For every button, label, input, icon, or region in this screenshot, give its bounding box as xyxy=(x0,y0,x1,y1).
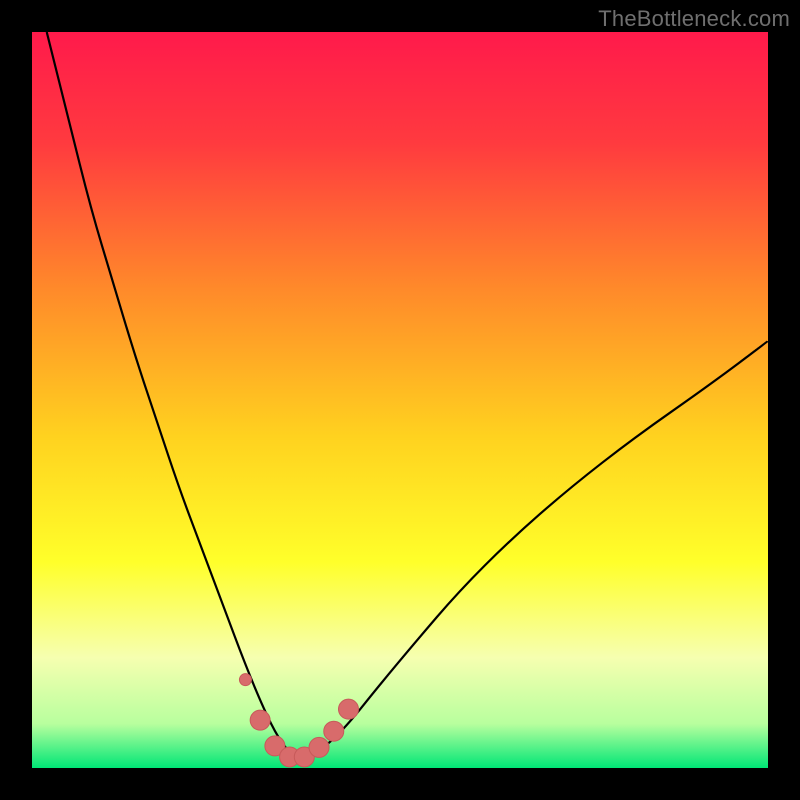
watermark-text: TheBottleneck.com xyxy=(598,6,790,32)
curve-layer xyxy=(32,32,768,768)
marker-point xyxy=(309,737,329,757)
plot-area xyxy=(32,32,768,768)
marker-point xyxy=(239,674,251,686)
highlighted-points xyxy=(239,674,358,767)
chart-frame: TheBottleneck.com xyxy=(0,0,800,800)
bottleneck-curve xyxy=(47,32,768,757)
marker-point xyxy=(324,721,344,741)
marker-point xyxy=(338,699,358,719)
marker-point xyxy=(250,710,270,730)
